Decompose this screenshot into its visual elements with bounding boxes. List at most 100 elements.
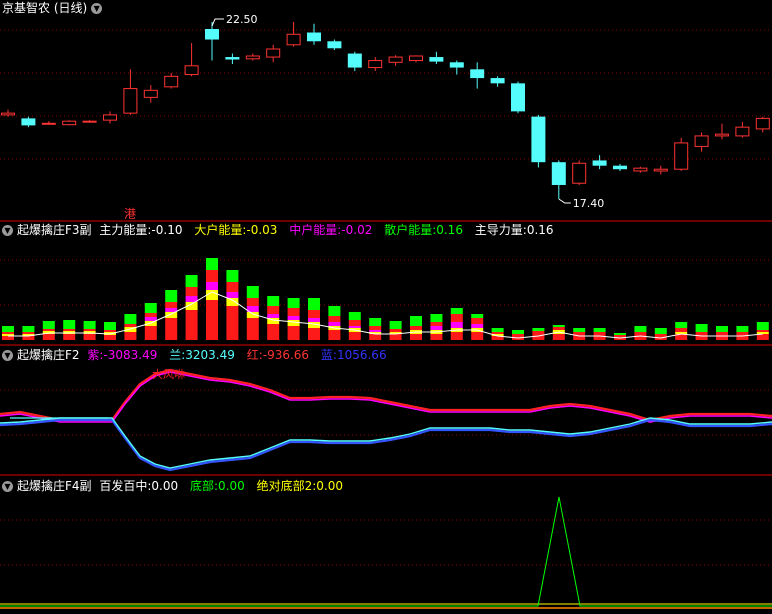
label: 中户能量: (289, 223, 342, 237)
label: 大户能量: (194, 223, 247, 237)
candle-body (205, 29, 219, 40)
indicator-value: 大户能量:-0.03 (194, 223, 281, 237)
energy-bar (736, 334, 749, 340)
value: -0.03 (246, 223, 278, 237)
energy-bar (287, 320, 300, 326)
indicator-value: 紫:-3083.49 (87, 348, 161, 362)
indicator-value: 百发百中:0.00 (99, 479, 182, 493)
candle-body (653, 168, 668, 172)
red-line (0, 368, 772, 422)
candle-body (470, 69, 485, 79)
blue-line (0, 418, 772, 472)
energy-bar (165, 302, 178, 308)
panel1-header: 京基智农 (日线) ▼ (2, 0, 106, 16)
energy-bar (308, 310, 320, 318)
energy-bar (246, 318, 259, 340)
energy-bar (104, 335, 116, 340)
max-price-label: 22.50 (226, 13, 258, 26)
energy-bar (287, 308, 300, 316)
candle-body (613, 165, 627, 170)
candle-body (715, 133, 729, 137)
candle-body (449, 62, 464, 68)
candle-body (225, 57, 240, 60)
energy-bar (450, 332, 463, 340)
energy-bar (654, 334, 667, 336)
spike-line (0, 496, 772, 607)
energy-bar (328, 306, 341, 316)
energy-bar (552, 334, 565, 340)
candle-body (307, 32, 321, 42)
energy-bar (430, 314, 443, 322)
energy-bar (246, 286, 259, 298)
energy-bar (532, 328, 545, 331)
chevron-down-icon[interactable]: ▼ (2, 225, 13, 236)
energy-bar (267, 324, 280, 340)
energy-bar (736, 326, 749, 332)
candle-body (164, 75, 179, 88)
energy-bar (369, 334, 382, 340)
indicator-value: 中户能量:-0.02 (289, 223, 376, 237)
energy-bar (430, 322, 443, 326)
energy-bar (471, 332, 484, 340)
chevron-down-icon[interactable]: ▼ (2, 350, 13, 361)
energy-bar (675, 322, 688, 328)
energy-bar (22, 326, 35, 332)
candle-body (592, 160, 607, 166)
energy-bar (348, 320, 361, 326)
energy-bar (348, 312, 361, 320)
candle-body (327, 41, 342, 49)
indicator-name: 起爆擒庄F4副 (17, 479, 92, 493)
energy-bar (695, 332, 708, 334)
label: 紫: (87, 348, 104, 362)
energy-bar (716, 332, 728, 334)
indicator-value: 绝对底部2:0.00 (257, 479, 347, 493)
energy-bar (63, 320, 76, 329)
energy-bar (206, 300, 218, 340)
energy-bar (491, 328, 504, 332)
energy-bar (206, 270, 218, 282)
value: 0.00 (218, 479, 245, 493)
value: 0.16 (436, 223, 463, 237)
energy-bar (165, 312, 178, 318)
energy-bar (410, 334, 422, 340)
indicator-value: 主力能量:-0.10 (99, 223, 186, 237)
energy-bar (512, 334, 524, 336)
label: 兰: (169, 348, 186, 362)
energy-bar (267, 314, 280, 318)
energy-bar (22, 332, 35, 334)
energy-bar (716, 334, 728, 340)
max-price-pointer (211, 18, 224, 27)
stock-title: 京基智农 (日线) (2, 1, 88, 15)
chevron-down-icon[interactable]: ▼ (91, 3, 103, 14)
candle-body (694, 135, 709, 147)
indicator-value: 底部:0.00 (190, 479, 249, 493)
candle-body (143, 89, 158, 98)
chart-canvas: 22.50 17.40 港大风咻 (0, 13, 772, 609)
candle-body (531, 116, 546, 163)
energy-trend-line (8, 291, 763, 339)
value: 0.00 (151, 479, 179, 493)
candle-body (633, 167, 648, 172)
energy-bar (348, 326, 361, 328)
candle-body (388, 56, 403, 63)
value: 0.16 (526, 223, 554, 237)
chevron-down-icon[interactable]: ▼ (2, 481, 13, 492)
candle-body (1, 112, 15, 116)
candle-body (266, 48, 281, 58)
candle-body (368, 60, 383, 69)
candle-body (41, 122, 56, 125)
value: -0.10 (151, 223, 183, 237)
energy-bar (2, 326, 14, 332)
label: 散户能量: (384, 223, 437, 237)
energy-bar (695, 324, 708, 332)
energy-bar (226, 282, 239, 292)
energy-bar (287, 326, 300, 340)
energy-bar (124, 314, 137, 324)
energy-bar (369, 318, 382, 326)
energy-bar (430, 326, 443, 330)
candle-body (184, 65, 199, 76)
energy-bar (2, 336, 14, 340)
energy-bar (165, 290, 178, 302)
energy-bar (593, 334, 606, 340)
indicator-value: 蓝:1056.66 (321, 348, 391, 362)
